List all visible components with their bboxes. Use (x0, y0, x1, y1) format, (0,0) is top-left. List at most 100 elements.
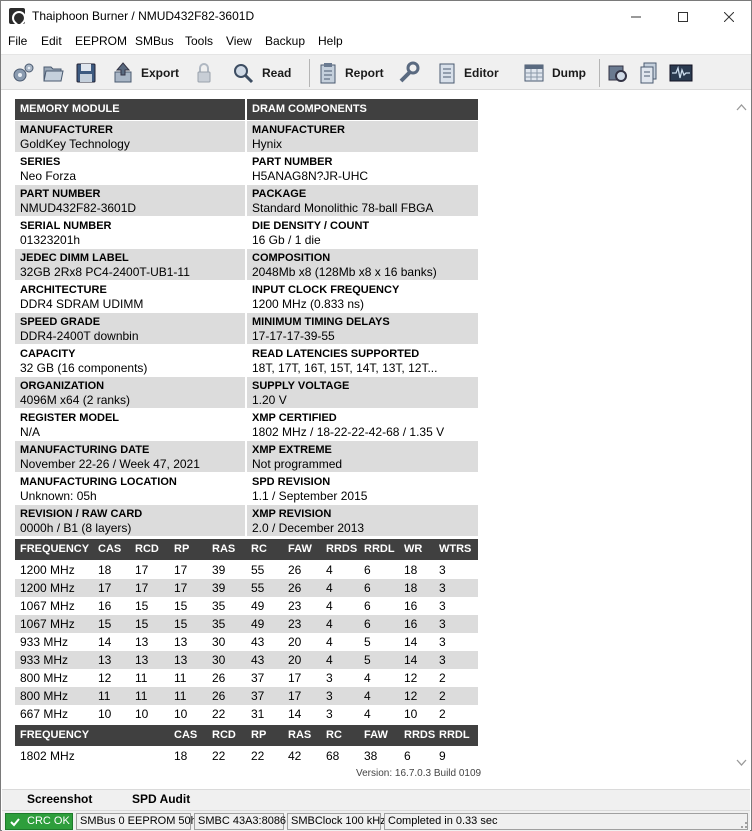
chevron-up-icon[interactable] (736, 103, 747, 111)
report-button[interactable]: Report (318, 60, 384, 86)
tools-button[interactable] (397, 60, 421, 86)
resize-grip-icon[interactable] (738, 819, 748, 829)
table-cell: 18 (404, 581, 418, 595)
menu-eeprom[interactable]: EEPROM (75, 34, 127, 48)
table-cell: 23 (288, 599, 302, 613)
tab-spd-audit[interactable]: SPD Audit (132, 792, 190, 806)
table-cell: 13 (135, 635, 149, 649)
export-button[interactable]: Export (112, 60, 179, 86)
info-label: ORGANIZATION (20, 380, 105, 392)
column-header: RP (174, 543, 190, 555)
menu-edit[interactable]: Edit (41, 34, 62, 48)
table-cell: 10 (404, 707, 418, 721)
info-cell: COMPOSITION 2048Mb x8 (128Mb x8 x 16 bank… (247, 249, 478, 280)
table-cell: 14 (404, 653, 418, 667)
table-cell: 3 (439, 599, 446, 613)
info-value: 18T, 17T, 16T, 15T, 14T, 13T, 12T... (252, 361, 438, 375)
table-header: FREQUENCY CAS RCD RP RAS RC FAW RRDS RRDL WR WTRS (15, 539, 478, 560)
menu-smbus[interactable]: SMBus (135, 34, 174, 48)
info-label: SERIAL NUMBER (20, 220, 112, 232)
info-value: DDR4-2400T downbin (20, 329, 139, 343)
clipboard-report-icon (320, 63, 336, 84)
info-label: MANUFACTURER (252, 124, 345, 136)
menu-backup[interactable]: Backup (265, 34, 305, 48)
info-cell: JEDEC DIMM LABEL 32GB 2Rx8 PC4-2400T-UB1-… (15, 249, 245, 280)
table-row: 933 MHz 13 13 13 30 43 20 4 5 14 3 (15, 651, 478, 669)
chip-search-button[interactable] (606, 60, 630, 86)
editor-button[interactable]: Editor (437, 60, 499, 86)
info-cell: REVISION / RAW CARD 0000h / B1 (8 layers) (15, 505, 245, 536)
info-cell: ARCHITECTURE DDR4 SDRAM UDIMM (15, 281, 245, 312)
table-cell: 17 (135, 563, 149, 577)
table-cell: 30 (212, 653, 226, 667)
table-cell: 22 (212, 707, 226, 721)
table-cell: 11 (174, 671, 187, 685)
info-cell: MANUFACTURER GoldKey Technology (15, 121, 245, 152)
settings-button[interactable] (10, 60, 36, 86)
info-label: PART NUMBER (20, 188, 101, 200)
info-value: 2048Mb x8 (128Mb x8 x 16 banks) (252, 265, 437, 279)
toolbar: Export Read Report Editor Dump (1, 54, 751, 90)
table-cell: 13 (174, 653, 188, 667)
table-cell: 15 (174, 599, 188, 613)
table-cell: 6 (364, 599, 371, 613)
toolbar-separator (599, 59, 600, 87)
table-row: 1200 MHz 18 17 17 39 55 26 4 6 18 3 (15, 561, 478, 579)
info-value: 01323201h (20, 233, 81, 247)
table-cell: 1200 MHz (20, 581, 75, 595)
table-cell: 30 (212, 635, 226, 649)
title-bar[interactable]: Thaiphoon Burner / NMUD432F82-3601D (1, 1, 751, 32)
save-button[interactable] (74, 60, 98, 86)
info-value: 1802 MHz / 18-22-22-42-68 / 1.35 V (252, 425, 445, 439)
folder-open-icon (43, 66, 64, 82)
table-cell: 16 (98, 599, 112, 613)
minimize-button[interactable] (613, 1, 659, 32)
table-cell: 12 (98, 671, 112, 685)
maximize-icon (678, 11, 688, 22)
menu-tools[interactable]: Tools (185, 34, 213, 48)
column-header: FAW (364, 729, 388, 741)
close-icon (724, 11, 734, 22)
table-cell: 11 (98, 689, 111, 703)
info-value: Not programmed (252, 457, 343, 471)
maximize-button[interactable] (660, 1, 706, 32)
dump-button[interactable]: Dump (523, 60, 586, 86)
info-cell: READ LATENCIES SUPPORTED 18T, 17T, 16T, 1… (247, 345, 478, 376)
table-cell: 3 (326, 707, 333, 721)
menu-file[interactable]: File (8, 34, 27, 48)
info-label: INPUT CLOCK FREQUENCY (252, 284, 400, 296)
table-cell: 3 (439, 617, 446, 631)
table-cell: 37 (251, 689, 265, 703)
table-cell: 14 (404, 635, 418, 649)
menu-help[interactable]: Help (318, 34, 343, 48)
info-cell: SPEED GRADE DDR4-2400T downbin (15, 313, 245, 344)
info-cell: MANUFACTURING DATE November 22-26 / Week … (15, 441, 245, 472)
column-header: CAS (174, 729, 198, 741)
lock-button[interactable] (194, 60, 214, 86)
column-header: RRDL (364, 543, 395, 555)
copy-button[interactable] (638, 60, 660, 86)
chevron-down-icon[interactable] (736, 759, 747, 767)
info-cell: XMP EXTREME Not programmed (247, 441, 478, 472)
info-label: ARCHITECTURE (20, 284, 107, 296)
table-cell: 6 (364, 563, 371, 577)
tab-screenshot[interactable]: Screenshot (27, 792, 92, 806)
column-header: RC (326, 729, 342, 741)
checkmark-icon (10, 817, 20, 826)
info-value: DDR4 SDRAM UDIMM (20, 297, 144, 311)
vertical-scrollbar[interactable] (733, 91, 750, 789)
table-cell: 2 (439, 689, 446, 703)
signal-button[interactable] (669, 60, 693, 86)
read-button[interactable]: Read (231, 60, 291, 86)
table-cell: 35 (212, 617, 226, 631)
info-value: H5ANAG8N?JR-UHC (252, 169, 369, 183)
info-label: REVISION / RAW CARD (20, 508, 143, 520)
close-button[interactable] (706, 1, 752, 32)
info-value: GoldKey Technology (20, 137, 130, 151)
menu-view[interactable]: View (226, 34, 252, 48)
info-cell: ORGANIZATION 4096M x64 (2 ranks) (15, 377, 245, 408)
open-button[interactable] (41, 60, 65, 86)
column-header: RRDS (326, 543, 358, 555)
table-cell: 14 (288, 707, 302, 721)
table-cell: 31 (251, 707, 265, 721)
